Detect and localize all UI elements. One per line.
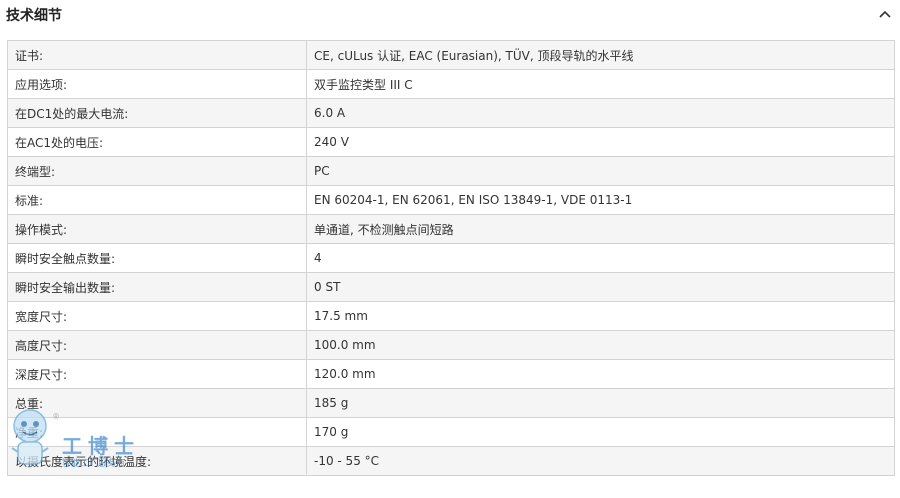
section-title: 技术细节 (6, 8, 62, 24)
table-row: 终端型: PC (7, 156, 895, 186)
spec-value: EN 60204-1, EN 62061, EN ISO 13849-1, VD… (306, 185, 895, 215)
table-row: 在AC1处的电压: 240 V (7, 127, 895, 157)
spec-value: 240 V (306, 127, 895, 157)
specs-table: 证书: CE, cULus 认证, EAC (Eurasian), TÜV, 顶段… (7, 40, 895, 476)
spec-label: 总重: (7, 388, 307, 418)
spec-value: 100.0 mm (306, 330, 895, 360)
spec-label: 宽度尺寸: (7, 301, 307, 331)
spec-value: -10 - 55 °C (306, 446, 895, 476)
spec-label: 瞬时安全输出数量: (7, 272, 307, 302)
table-row: 总重: 185 g (7, 388, 895, 418)
spec-value: 17.5 mm (306, 301, 895, 331)
table-row: 在DC1处的最大电流: 6.0 A (7, 98, 895, 128)
spec-value: 6.0 A (306, 98, 895, 128)
table-row: 瞬时安全触点数量: 4 (7, 243, 895, 273)
spec-value: PC (306, 156, 895, 186)
spec-value: 0 ST (306, 272, 895, 302)
spec-label: 以摄氏度表示的环境温度: (7, 446, 307, 476)
table-row: 深度尺寸: 120.0 mm (7, 359, 895, 389)
table-row: 净重: 170 g (7, 417, 895, 447)
spec-label: 终端型: (7, 156, 307, 186)
spec-value: CE, cULus 认证, EAC (Eurasian), TÜV, 顶段导轨的… (306, 40, 895, 70)
table-row: 高度尺寸: 100.0 mm (7, 330, 895, 360)
table-row: 证书: CE, cULus 认证, EAC (Eurasian), TÜV, 顶段… (7, 40, 895, 70)
spec-value: 双手监控类型 III C (306, 69, 895, 99)
spec-value: 185 g (306, 388, 895, 418)
spec-label: 在DC1处的最大电流: (7, 98, 307, 128)
spec-label: 瞬时安全触点数量: (7, 243, 307, 273)
spec-value: 4 (306, 243, 895, 273)
spec-label: 高度尺寸: (7, 330, 307, 360)
spec-label: 在AC1处的电压: (7, 127, 307, 157)
table-row: 宽度尺寸: 17.5 mm (7, 301, 895, 331)
chevron-up-icon[interactable] (876, 6, 894, 24)
table-row: 瞬时安全输出数量: 0 ST (7, 272, 895, 302)
spec-label: 深度尺寸: (7, 359, 307, 389)
spec-label: 证书: (7, 40, 307, 70)
table-row: 以摄氏度表示的环境温度: -10 - 55 °C (7, 446, 895, 476)
spec-value: 单通道, 不检测触点间短路 (306, 214, 895, 244)
table-row: 操作模式: 单通道, 不检测触点间短路 (7, 214, 895, 244)
spec-label: 净重: (7, 417, 307, 447)
spec-label: 标准: (7, 185, 307, 215)
spec-label: 应用选项: (7, 69, 307, 99)
spec-value: 170 g (306, 417, 895, 447)
section-header[interactable]: 技术细节 (0, 0, 900, 34)
table-row: 标准: EN 60204-1, EN 62061, EN ISO 13849-1,… (7, 185, 895, 215)
spec-label: 操作模式: (7, 214, 307, 244)
spec-value: 120.0 mm (306, 359, 895, 389)
table-row: 应用选项: 双手监控类型 III C (7, 69, 895, 99)
